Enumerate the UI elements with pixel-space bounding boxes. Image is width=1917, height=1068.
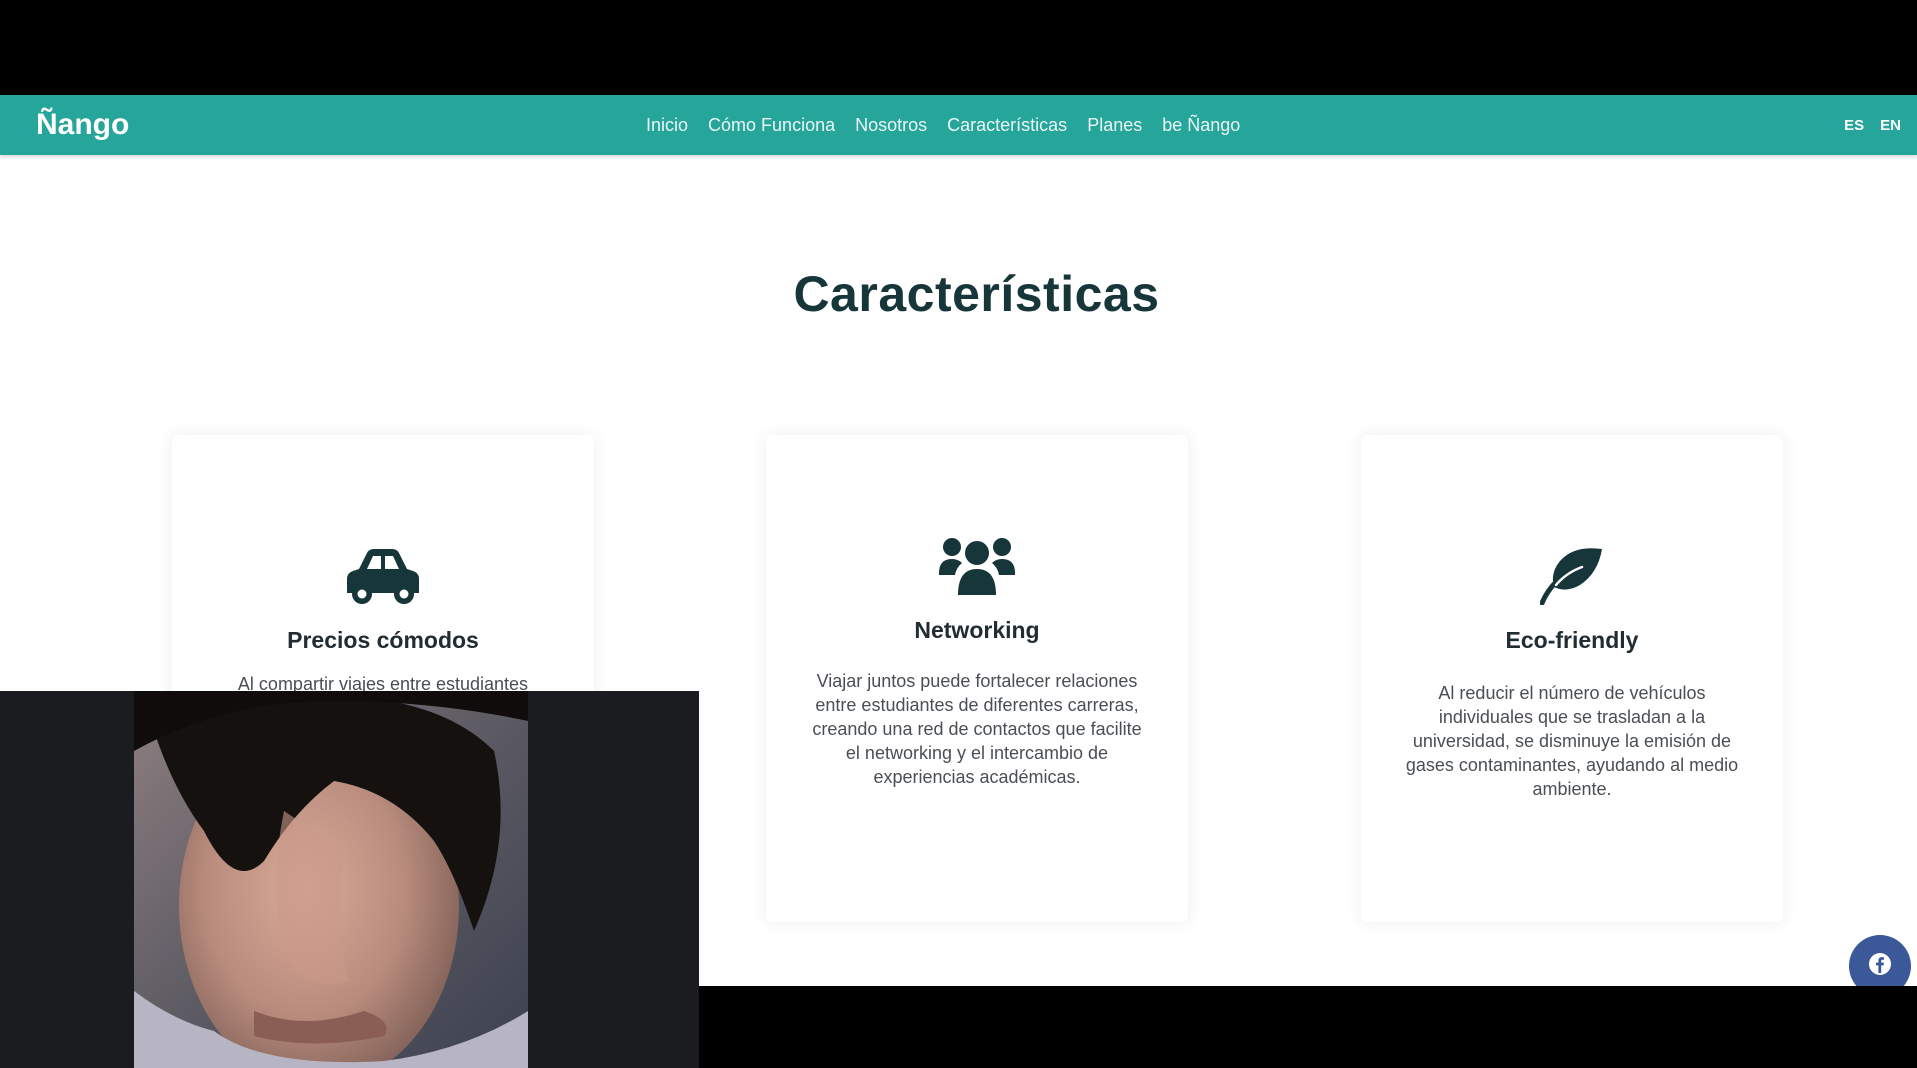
nav-inicio[interactable]: Inicio [646, 115, 688, 136]
feature-description: Al reducir el número de vehículos indivi… [1405, 683, 1739, 799]
language-switcher: ES EN [1844, 95, 1901, 155]
feature-card-networking: Networking Viajar juntos puede fortalece… [766, 435, 1188, 922]
facebook-share-button[interactable] [1849, 935, 1911, 986]
nav-planes[interactable]: Planes [1087, 115, 1142, 136]
feature-title: Eco-friendly [1505, 627, 1639, 653]
facebook-icon [1868, 952, 1892, 981]
brand-logo[interactable]: Ñango [36, 105, 129, 145]
nav-caracteristicas[interactable]: Características [947, 115, 1067, 136]
car-icon [343, 547, 423, 610]
leaf-icon [1539, 547, 1604, 610]
nav-be-nango[interactable]: be Ñango [1162, 115, 1240, 136]
feature-title: Networking [914, 617, 1040, 643]
screen: Ñango Inicio Cómo Funciona Nosotros Cara… [0, 0, 1917, 1068]
feature-title: Precios cómodos [287, 627, 479, 653]
webcam-left-pane [0, 691, 134, 1068]
feature-card-eco: Eco-friendly Al reducir el número de veh… [1361, 435, 1783, 922]
nav-como-funciona[interactable]: Cómo Funciona [708, 115, 835, 136]
navbar: Ñango Inicio Cómo Funciona Nosotros Cara… [0, 95, 1917, 155]
webcam-feed [134, 691, 528, 1068]
lang-es[interactable]: ES [1844, 117, 1864, 134]
feature-description: Viajar juntos puede fortalecer relacione… [812, 671, 1142, 787]
nav-nosotros[interactable]: Nosotros [855, 115, 927, 136]
lang-en[interactable]: EN [1880, 117, 1901, 134]
users-icon [938, 535, 1016, 602]
nav-links: Inicio Cómo Funciona Nosotros Caracterís… [646, 95, 1240, 155]
webcam-right-pane [528, 691, 699, 1068]
webcam-overlay [0, 691, 699, 1068]
section-title: Características [793, 266, 1160, 322]
